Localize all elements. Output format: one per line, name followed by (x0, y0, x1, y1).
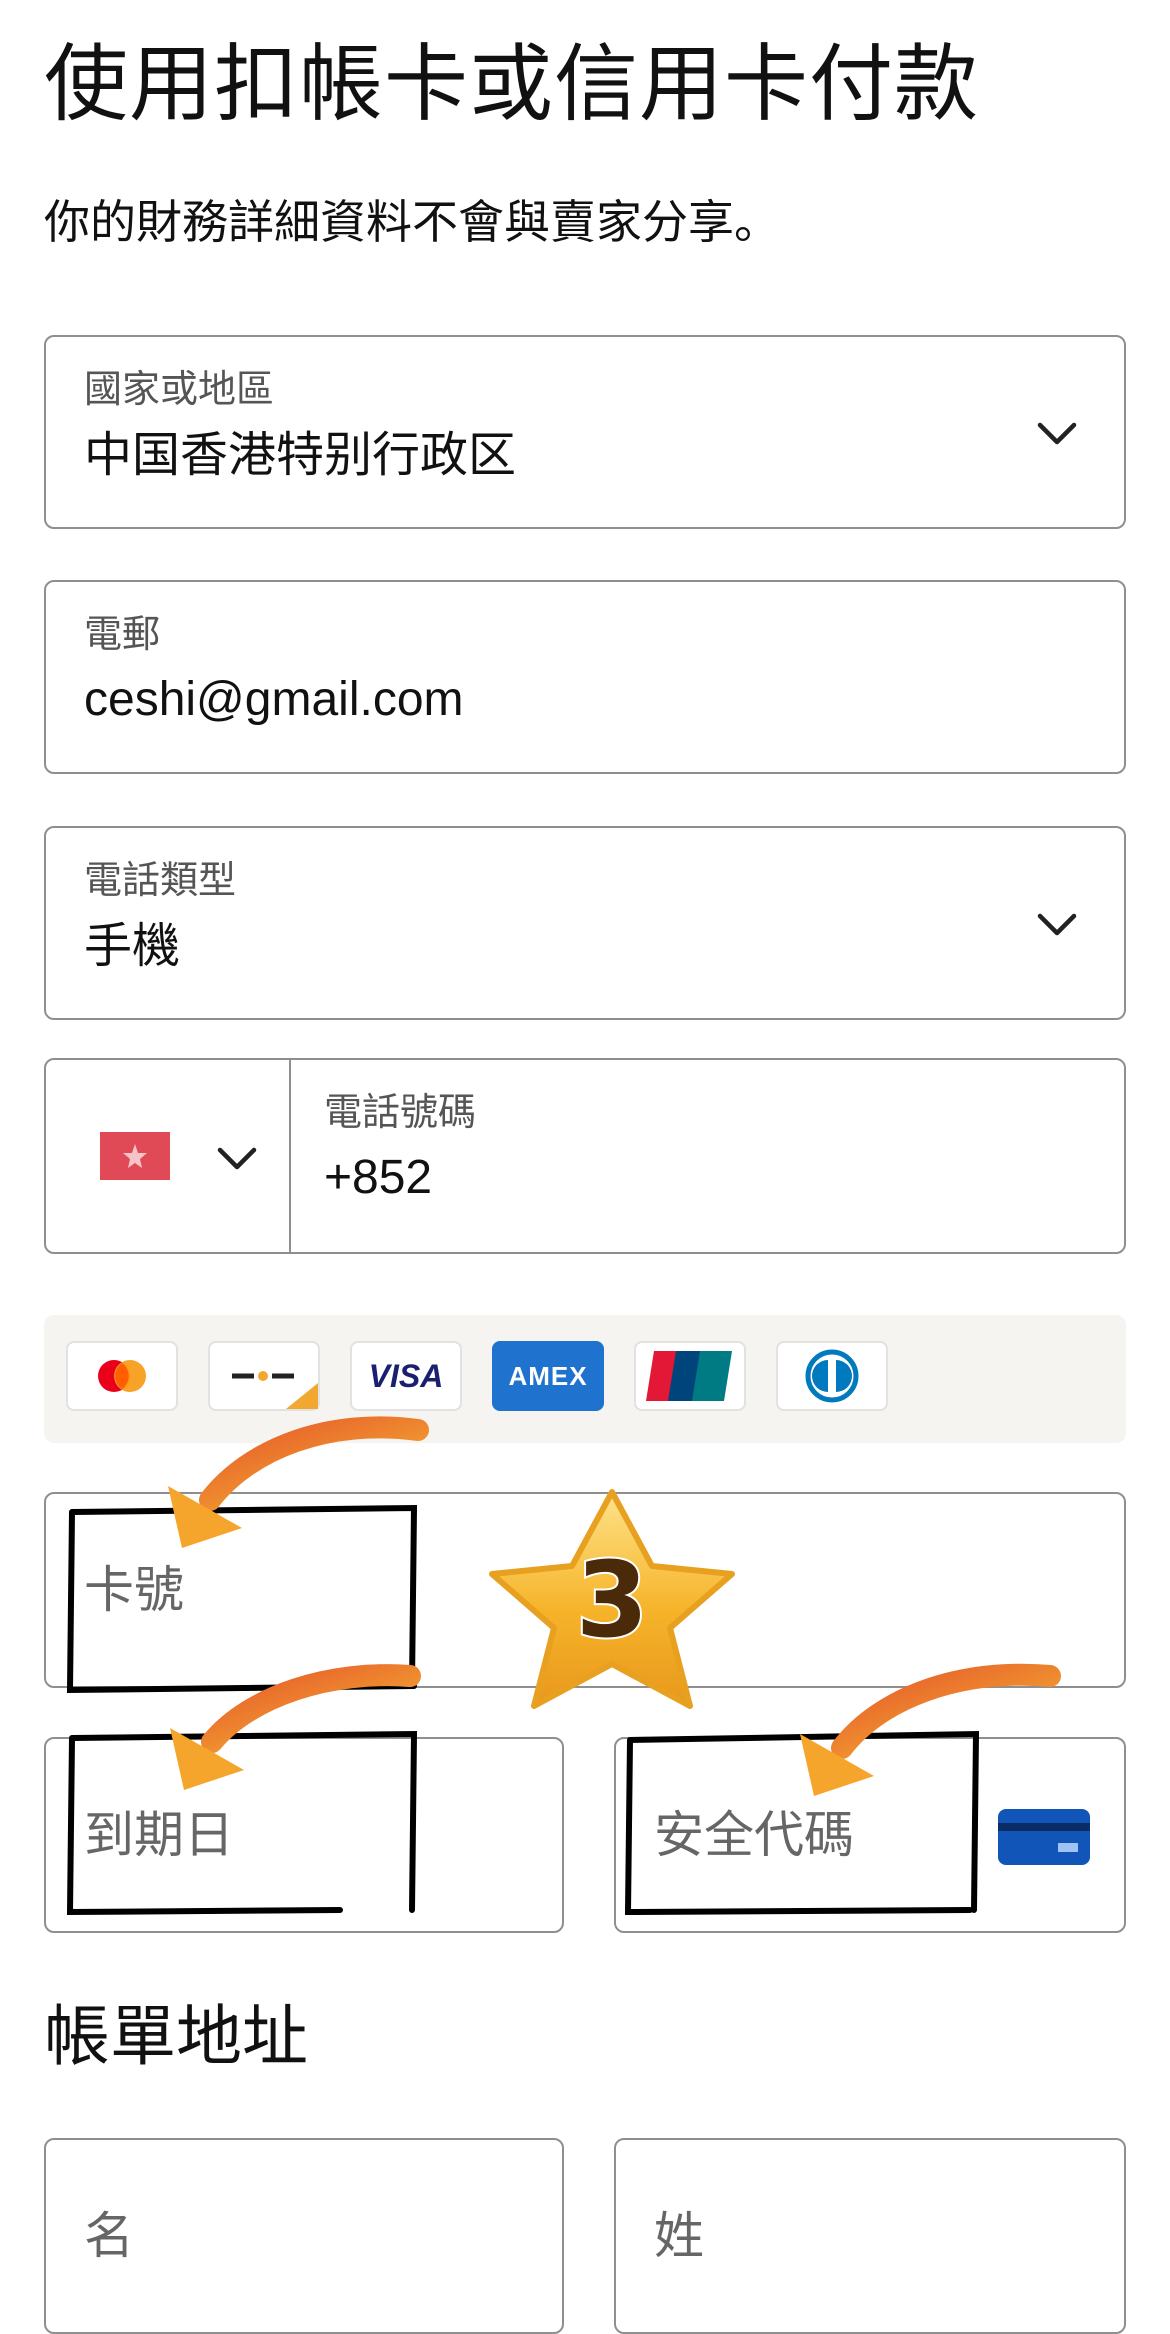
email-field[interactable]: 電郵 ceshi@gmail.com (44, 580, 1126, 774)
step-number: 3 (574, 1538, 650, 1662)
hong-kong-flag-icon (100, 1132, 170, 1180)
phone-country-code-select[interactable] (46, 1060, 291, 1252)
visa-icon: VISA (350, 1341, 462, 1411)
page-title: 使用扣帳卡或信用卡付款 (44, 35, 980, 133)
card-number-placeholder: 卡號 (84, 1561, 184, 1619)
last-name-placeholder: 姓 (654, 2207, 704, 2265)
card-brands-strip: VISA AMEX (44, 1315, 1126, 1443)
phone-group: 電話號碼 +852 (44, 1058, 1126, 1254)
chevron-down-icon (217, 1147, 257, 1170)
country-label: 國家或地區 (84, 367, 275, 411)
card-back-icon (998, 1809, 1090, 1865)
chevron-down-icon (1037, 422, 1077, 445)
country-select[interactable]: 國家或地區 中国香港特别行政区 (44, 335, 1126, 529)
amex-icon: AMEX (492, 1341, 604, 1411)
expiry-field[interactable]: 到期日 (44, 1737, 564, 1933)
generic-debit-icon (208, 1341, 320, 1411)
expiry-placeholder: 到期日 (84, 1806, 234, 1864)
diners-icon (776, 1341, 888, 1411)
email-value: ceshi@gmail.com (84, 673, 464, 726)
first-name-field[interactable]: 名 (44, 2138, 564, 2334)
unionpay-icon (634, 1341, 746, 1411)
chevron-down-icon (1037, 913, 1077, 936)
billing-address-heading: 帳單地址 (44, 1998, 308, 2075)
phone-input[interactable]: +852 (324, 1148, 432, 1208)
cvv-field[interactable]: 安全代碼 (614, 1737, 1126, 1933)
phone-type-value: 手機 (84, 918, 181, 974)
phone-label: 電話號碼 (324, 1090, 477, 1134)
mastercard-icon (66, 1341, 178, 1411)
first-name-placeholder: 名 (84, 2207, 134, 2265)
visa-text: VISA (368, 1357, 444, 1394)
phone-type-select[interactable]: 電話類型 手機 (44, 826, 1126, 1020)
amex-text: AMEX (508, 1360, 588, 1391)
last-name-field[interactable]: 姓 (614, 2138, 1126, 2334)
page-subtitle: 你的財務詳細資料不會與賣家分享。 (44, 195, 780, 249)
phone-type-label: 電話類型 (84, 858, 237, 902)
country-value: 中国香港特别行政区 (84, 427, 517, 483)
email-label: 電郵 (84, 612, 161, 656)
cvv-placeholder: 安全代碼 (654, 1806, 854, 1864)
